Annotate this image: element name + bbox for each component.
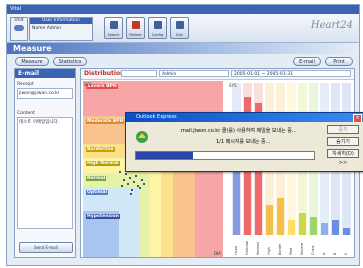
- zone-label: Moderate BPH: [86, 119, 125, 125]
- search-icon: [110, 21, 118, 29]
- dialog-title: Outlook Express: [136, 114, 177, 120]
- zone-label: Borderline: [86, 147, 115, 153]
- data-point: [121, 185, 123, 187]
- bar-x-label: Border: [278, 243, 282, 255]
- bar: [310, 217, 317, 235]
- bar-x-label: Normal: [256, 242, 260, 255]
- bar-x-label: A: [322, 252, 326, 255]
- section-title: Measure: [13, 44, 52, 53]
- content-label: Content: [17, 111, 35, 116]
- data-point: [143, 183, 145, 185]
- bar-x-label: Mod: [289, 247, 293, 255]
- brand-logo: Heart24: [310, 20, 353, 31]
- data-point: [119, 171, 121, 173]
- bar-x-label: B: [333, 252, 337, 255]
- send-progress-fill: [136, 152, 193, 159]
- send-progress-dialog: Outlook Express × mail.jiwon.co.kr 쿨(를) …: [125, 112, 363, 172]
- data-point: [130, 193, 132, 195]
- receipt-input[interactable]: jiwon@jiwon.co.kr: [17, 88, 73, 99]
- data-point: [127, 183, 129, 185]
- user-info-box: User Information Name Admin: [29, 17, 93, 41]
- close-icon[interactable]: ×: [353, 114, 362, 123]
- zone-label: Normal: [86, 175, 107, 181]
- measure-tab[interactable]: Measure: [15, 57, 49, 66]
- chart-header-cell-2: Admin: [159, 70, 229, 77]
- zone-label: Optimal: [86, 189, 109, 195]
- toolbar: Unit User Information Name Admin Search …: [7, 14, 359, 43]
- unit-label: Unit: [14, 18, 24, 23]
- exit-button[interactable]: Exit: [170, 17, 189, 39]
- patient-icon: [132, 21, 140, 29]
- send-progress-bar: [135, 151, 315, 160]
- bar-x-label: Severe: [300, 242, 304, 255]
- chart-header-cell-1: [121, 70, 157, 77]
- bar: [288, 220, 295, 235]
- exit-button-label: Exit: [176, 33, 183, 37]
- receipt-label: Receipt: [17, 82, 34, 87]
- bar-x-label: Optimal: [245, 241, 249, 255]
- chart-title: Distribution: [84, 70, 125, 77]
- data-point: [129, 177, 131, 179]
- bar: [299, 212, 306, 235]
- data-point: [131, 189, 133, 191]
- bar: [332, 220, 339, 235]
- section-header: Measure: [7, 43, 359, 54]
- data-point: [139, 187, 141, 189]
- email-button[interactable]: E-mail: [293, 57, 321, 66]
- data-point: [135, 175, 137, 177]
- bar-x-label: Crisis: [311, 245, 315, 255]
- dialog-titlebar: Outlook Express ×: [126, 113, 363, 123]
- chart-header: Distribution Admin 2005-01-01 ~ 2005-01-…: [81, 69, 354, 80]
- exit-icon: [176, 21, 184, 29]
- window-title: Vital: [7, 5, 359, 14]
- bar: [277, 197, 284, 235]
- bar-x-label: High: [267, 246, 271, 255]
- bar: [343, 227, 350, 235]
- dialog-status: 1/1 메시지를 보내는 중...: [216, 139, 271, 145]
- chart-header-cell-3: 2005-01-01 ~ 2005-01-31: [231, 70, 351, 77]
- y-unit-label: SYS: [84, 82, 92, 87]
- user-name-row: Name Admin: [32, 26, 62, 31]
- config-button-label: Config: [151, 33, 164, 37]
- bar: [266, 205, 273, 235]
- unit-box: Unit: [10, 17, 28, 41]
- print-button[interactable]: Print: [325, 57, 353, 66]
- data-point: [133, 181, 135, 183]
- email-panel-title: E-mail: [15, 69, 75, 78]
- x-unit-label: DIA: [214, 251, 221, 256]
- data-point: [141, 179, 143, 181]
- hide-button[interactable]: 숨기기: [327, 137, 359, 146]
- bar-x-label: Hypo: [234, 245, 238, 255]
- stop-button[interactable]: 중지: [327, 125, 359, 134]
- email-panel: E-mail Receipt jiwon@jiwon.co.kr Content…: [14, 68, 76, 258]
- dialog-message: mail.jiwon.co.kr 쿨(를) 사용하여 메일을 보내는 중...: [181, 128, 297, 134]
- config-button[interactable]: Config: [148, 17, 167, 39]
- search-button[interactable]: Search: [104, 17, 123, 39]
- outlook-express-icon: [136, 131, 148, 143]
- patient-button[interactable]: Patient: [126, 17, 145, 39]
- statistics-tab[interactable]: Statistics: [53, 57, 87, 66]
- patient-button-label: Patient: [129, 33, 142, 37]
- send-email-button[interactable]: Send E-mail: [19, 242, 73, 253]
- details-button[interactable]: 자세히(D) >>: [327, 149, 359, 166]
- data-point: [123, 179, 125, 181]
- unit-toggle-icon[interactable]: [14, 25, 24, 31]
- content-textarea[interactable]: 테스트 이메일입니다.: [17, 117, 73, 229]
- bar: [321, 223, 328, 235]
- zone-label: High Normal: [86, 161, 120, 167]
- data-point: [125, 173, 127, 175]
- bar-x-label: C: [344, 252, 348, 255]
- search-button-label: Search: [107, 33, 120, 37]
- zone-label: Hypotension: [86, 214, 120, 220]
- config-icon: [154, 21, 162, 29]
